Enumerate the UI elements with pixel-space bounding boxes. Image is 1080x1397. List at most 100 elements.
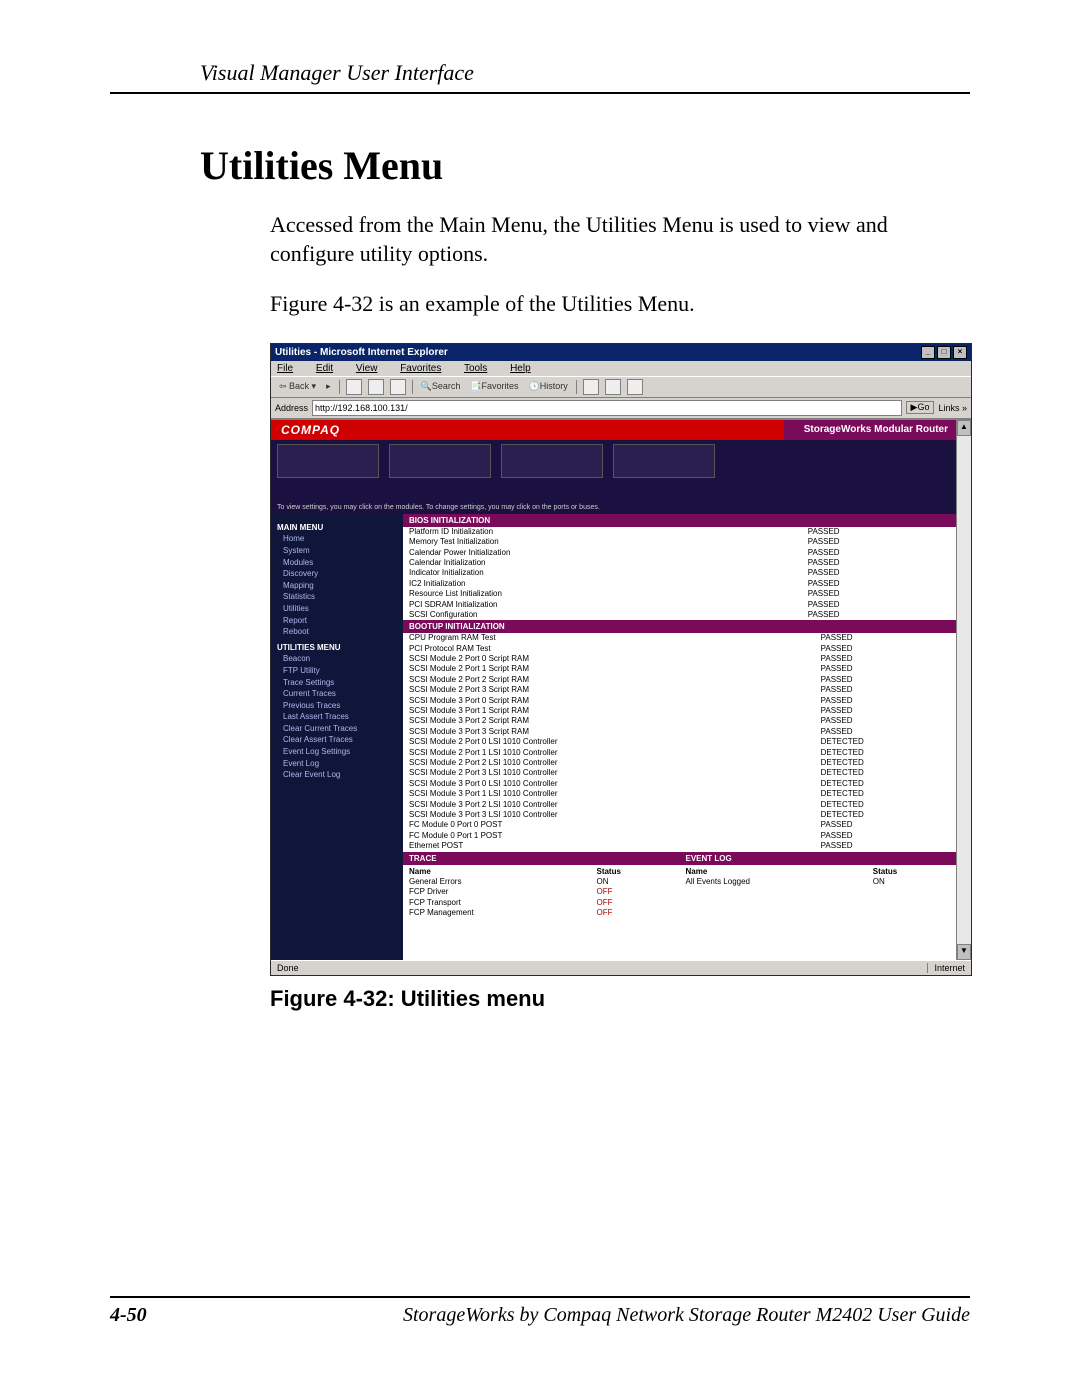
section-trace: TRACE [403,852,680,865]
refresh-icon[interactable] [368,379,384,395]
sidebar-item[interactable]: Last Assert Traces [283,711,397,723]
menu-bar: File Edit View Favorites Tools Help [271,361,971,376]
row-status: PASSED [815,654,956,664]
table-row: SCSI Module 3 Port 3 LSI 1010 Controller… [403,810,956,820]
scroll-down-icon[interactable]: ▼ [957,944,971,960]
table-row: PCI Protocol RAM TestPASSED [403,644,956,654]
module-slot[interactable] [277,444,379,478]
sidebar-item[interactable]: Clear Current Traces [283,723,397,735]
row-name: SCSI Module 2 Port 2 LSI 1010 Controller [403,758,815,768]
sidebar-item[interactable]: Home [283,533,397,545]
row-status: OFF [590,887,679,897]
module-slot[interactable] [389,444,491,478]
menu-help[interactable]: Help [510,363,541,374]
row-name: SCSI Module 3 Port 0 Script RAM [403,696,815,706]
sidebar-item[interactable]: Event Log [283,758,397,770]
table-row: SCSI Module 3 Port 1 LSI 1010 Controller… [403,789,956,799]
table-row: FC Module 0 Port 0 POSTPASSED [403,820,956,830]
sidebar-heading-utilities: UTILITIES MENU [277,642,397,654]
edit-icon[interactable] [627,379,643,395]
row-name: SCSI Module 2 Port 1 LSI 1010 Controller [403,748,815,758]
row-name: FCP Transport [403,898,590,908]
back-button[interactable]: ⇦ Back ▾ [277,381,318,392]
table-row: All Events LoggedON [680,877,957,887]
sidebar-item[interactable]: Statistics [283,591,397,603]
links-label[interactable]: Links » [938,403,967,413]
sidebar-item[interactable]: Current Traces [283,688,397,700]
search-button[interactable]: 🔍Search [419,381,463,392]
row-status: PASSED [815,820,956,830]
print-icon[interactable] [605,379,621,395]
row-name: PCI SDRAM Initialization [403,600,802,610]
menu-file[interactable]: File [277,363,303,374]
sidebar-item[interactable]: Utilities [283,603,397,615]
row-name: FCP Management [403,908,590,918]
col-header: Name [403,867,590,877]
sidebar-item[interactable]: Event Log Settings [283,746,397,758]
row-name: SCSI Module 3 Port 1 LSI 1010 Controller [403,789,815,799]
row-name: SCSI Module 2 Port 2 Script RAM [403,675,815,685]
table-row: SCSI Module 3 Port 0 Script RAMPASSED [403,696,956,706]
table-row: FCP DriverOFF [403,887,680,897]
status-bar: Done Internet [271,960,971,975]
sidebar-heading-main: MAIN MENU [277,522,397,534]
sidebar-item[interactable]: Report [283,615,397,627]
table-row: Memory Test InitializationPASSED [403,537,956,547]
module-slot[interactable] [613,444,715,478]
row-name: SCSI Module 2 Port 1 Script RAM [403,664,815,674]
row-status: PASSED [802,537,956,547]
forward-button[interactable]: ▸ [324,381,333,392]
address-bar: Address ▶Go Links » [271,398,971,419]
row-status: DETECTED [815,779,956,789]
table-row: FCP ManagementOFF [403,908,680,918]
maximize-button[interactable]: □ [937,346,951,359]
status-text: Done [277,963,299,973]
row-name: All Events Logged [680,877,867,887]
row-name: SCSI Module 2 Port 3 Script RAM [403,685,815,695]
row-status: DETECTED [815,810,956,820]
sidebar-item[interactable]: Mapping [283,580,397,592]
module-slot[interactable] [501,444,603,478]
col-header: Status [590,867,679,877]
row-status: PASSED [815,675,956,685]
menu-view[interactable]: View [356,363,388,374]
menu-edit[interactable]: Edit [316,363,343,374]
row-name: FC Module 0 Port 1 POST [403,831,815,841]
scroll-up-icon[interactable]: ▲ [957,420,971,436]
sidebar-item[interactable]: Reboot [283,626,397,638]
row-status: PASSED [802,568,956,578]
sidebar-item[interactable]: System [283,545,397,557]
row-status: PASSED [815,644,956,654]
close-button[interactable]: × [953,346,967,359]
menu-favorites[interactable]: Favorites [400,363,451,374]
row-name: IC2 Initialization [403,579,802,589]
section-bios: BIOS INITIALIZATION [403,514,956,527]
table-row: SCSI Module 2 Port 2 LSI 1010 Controller… [403,758,956,768]
menu-tools[interactable]: Tools [464,363,497,374]
sidebar-item[interactable]: Trace Settings [283,677,397,689]
trace-table: NameStatusGeneral ErrorsONFCP DriverOFFF… [403,867,680,919]
sidebar-item[interactable]: Clear Assert Traces [283,734,397,746]
home-icon[interactable] [390,379,406,395]
sidebar-item[interactable]: Modules [283,557,397,569]
scrollbar[interactable]: ▲ ▼ [956,420,971,960]
sidebar-item[interactable]: Clear Event Log [283,769,397,781]
go-button[interactable]: ▶Go [906,401,935,414]
row-status: PASSED [815,727,956,737]
favorites-button[interactable]: 📑Favorites [468,381,520,392]
sidebar-item[interactable]: FTP Utility [283,665,397,677]
page-title: Utilities Menu [200,142,970,189]
table-header: NameStatus [403,867,680,877]
sidebar-item[interactable]: Previous Traces [283,700,397,712]
row-name: SCSI Module 2 Port 3 LSI 1010 Controller [403,768,815,778]
mail-icon[interactable] [583,379,599,395]
window-titlebar: Utilities - Microsoft Internet Explorer … [271,344,971,361]
stop-icon[interactable] [346,379,362,395]
sidebar-item[interactable]: Beacon [283,653,397,665]
history-button[interactable]: 🕓History [527,381,570,392]
minimize-button[interactable]: _ [921,346,935,359]
table-row: Calendar InitializationPASSED [403,558,956,568]
address-input[interactable] [312,400,902,416]
row-status: DETECTED [815,748,956,758]
sidebar-item[interactable]: Discovery [283,568,397,580]
